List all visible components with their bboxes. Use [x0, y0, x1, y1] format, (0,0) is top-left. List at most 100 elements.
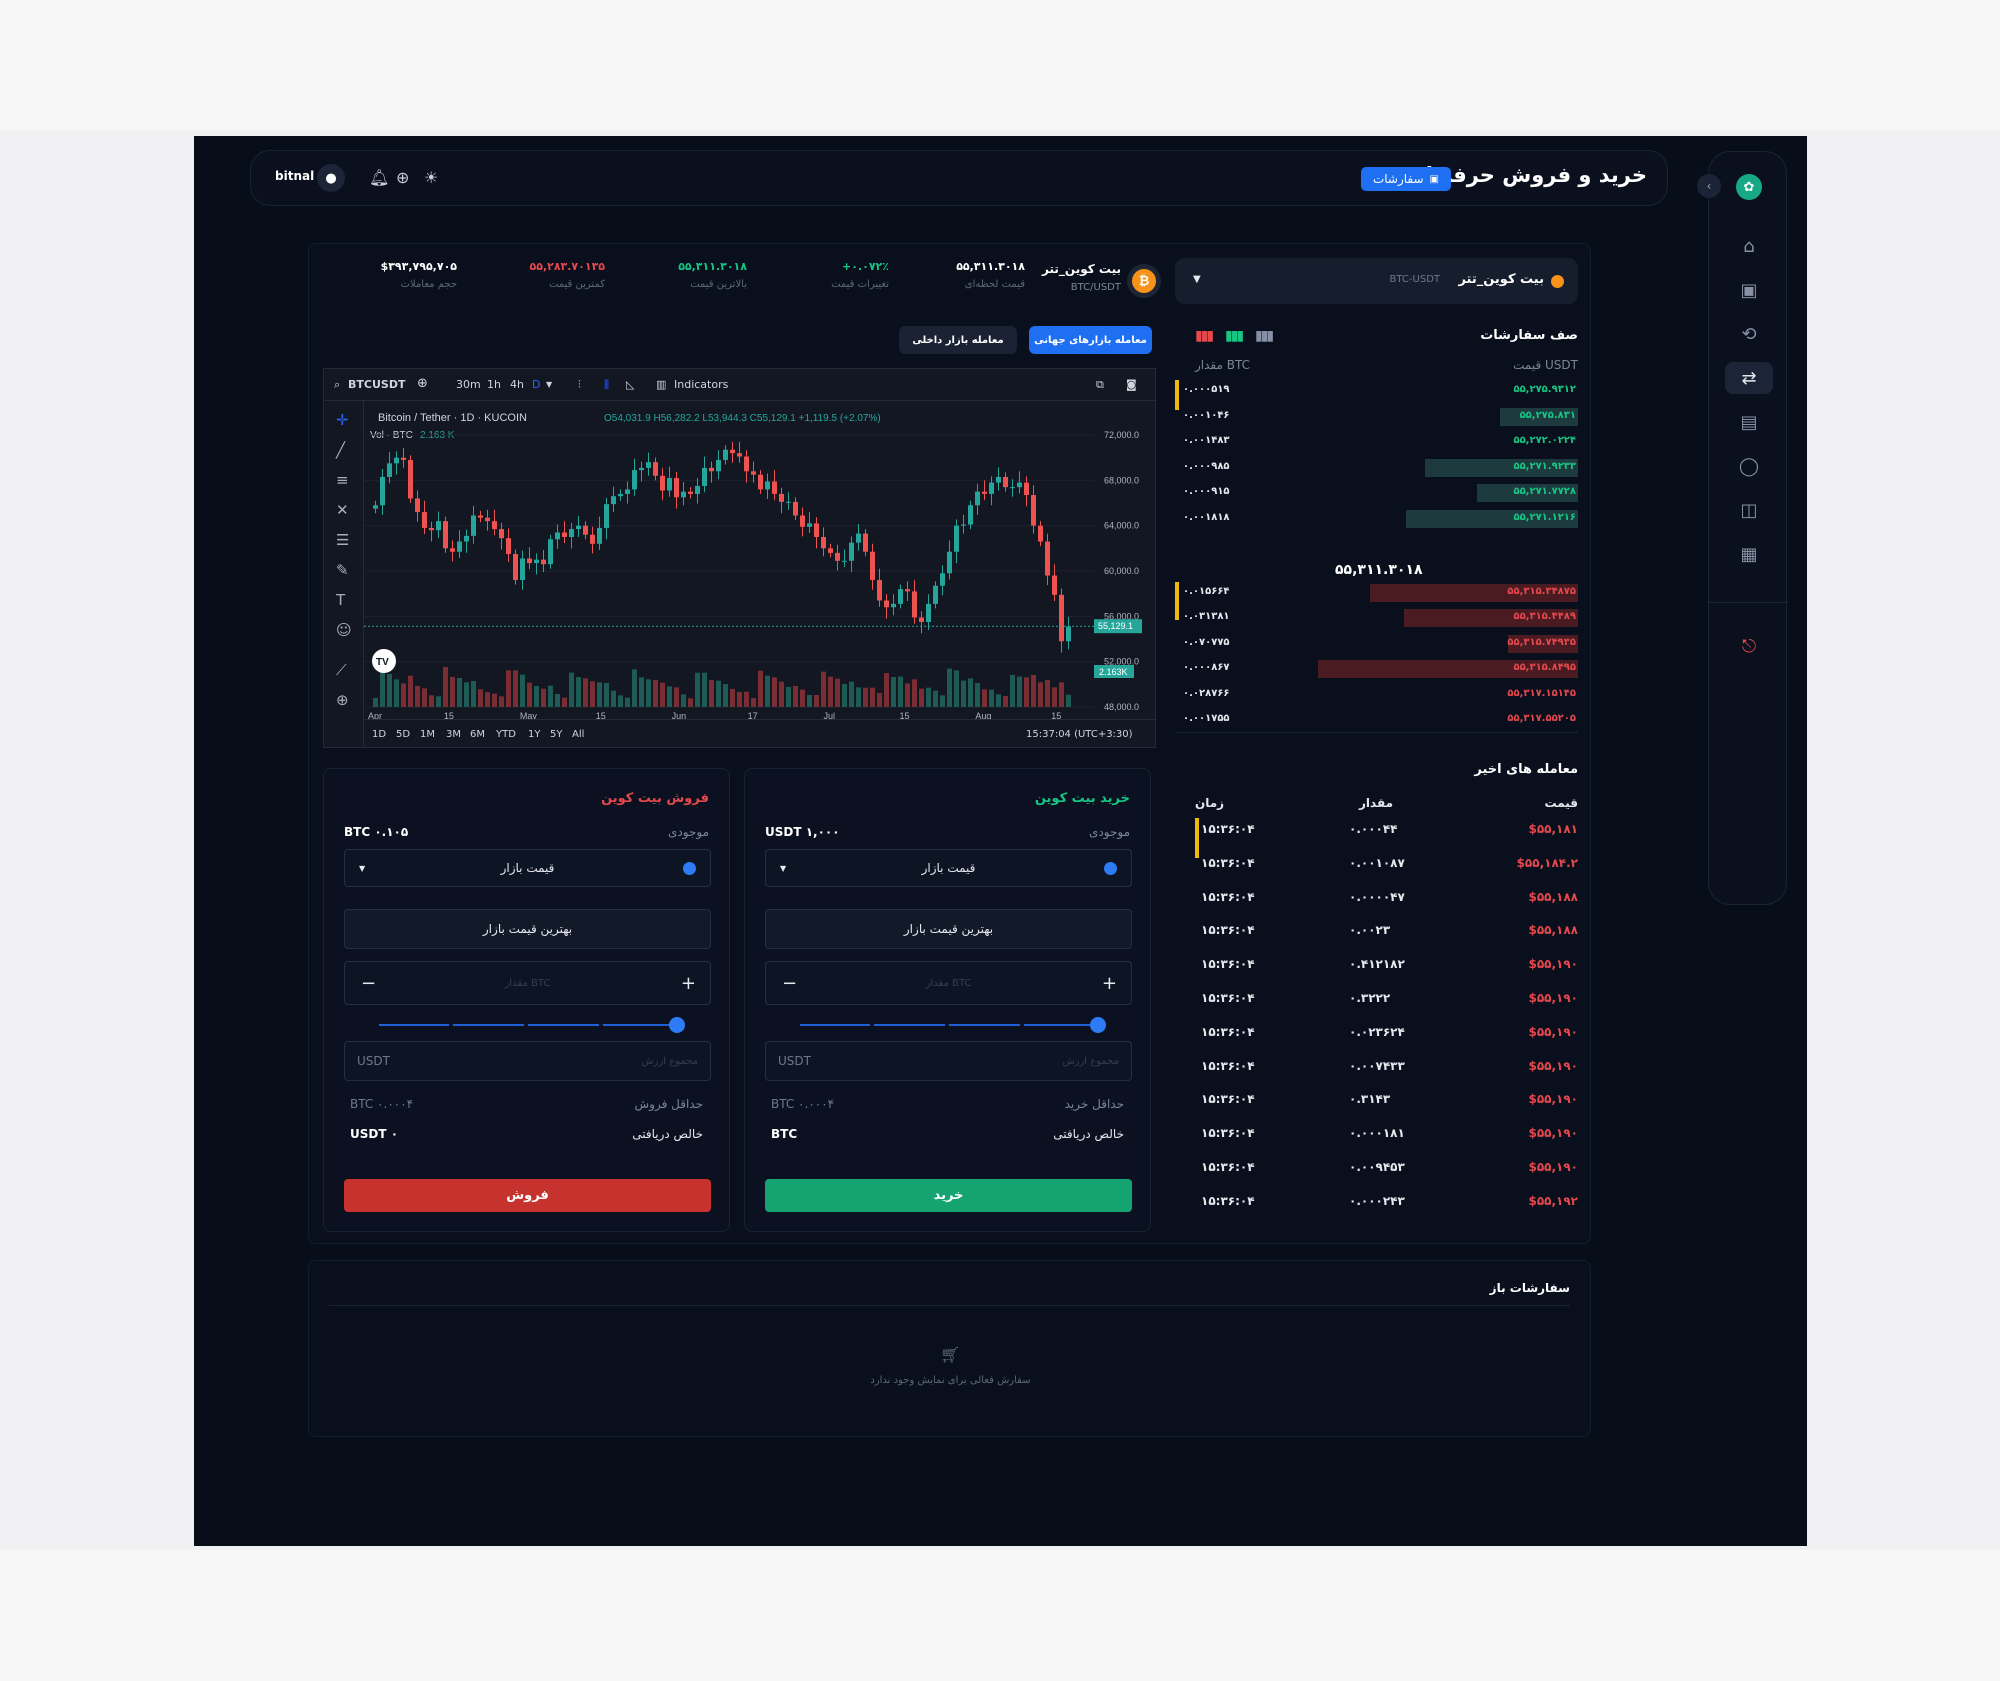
range-ytd[interactable]: YTD [496, 729, 516, 740]
candle [835, 552, 840, 561]
indicators-button[interactable]: Indicators [674, 378, 728, 391]
compare-add-icon[interactable]: ⊕ [417, 376, 428, 391]
exchange-icon[interactable]: ⟲ [1725, 318, 1773, 350]
interval-4h[interactable]: 4h [510, 378, 524, 391]
minus-icon[interactable]: − [361, 973, 376, 994]
bid-amount: ۰.۰۳۱۳۸۱ [1183, 611, 1230, 623]
pattern-icon[interactable]: ✕ [336, 501, 349, 519]
interval-30m[interactable]: 30m [456, 378, 481, 391]
chart-symbol[interactable]: BTCUSDT [348, 378, 405, 391]
bid-row[interactable]: ۵۵,۳۱۵.۷۴۹۳۵ ۰.۰۷۰۷۷۵ [1175, 633, 1578, 653]
range-1d[interactable]: 1D [372, 729, 386, 740]
buy-amount-field[interactable]: مقدار BTC − + [765, 961, 1132, 1005]
candle-style-icon[interactable]: ⫼ [604, 378, 609, 392]
view-both-icon[interactable]: ▮▮▮ [1255, 328, 1274, 344]
minus-icon[interactable]: − [782, 973, 797, 994]
bar-style-icon[interactable]: ⫶ [578, 378, 581, 392]
brush-icon[interactable]: ✎ [336, 561, 349, 579]
user-avatar[interactable]: ● [317, 164, 345, 192]
buy-total-field[interactable]: مجموع ارزش USDT [765, 1041, 1132, 1081]
price-chart[interactable]: ⌕ BTCUSDT ⊕ 30m 1h 4h D ▼ ⫶ ⫼ ◺ ▥ Indica… [323, 368, 1156, 748]
camera-icon[interactable]: ◙ [1126, 378, 1137, 391]
range-5y[interactable]: 5Y [550, 729, 562, 740]
range-6m[interactable]: 6M [470, 729, 485, 740]
sell-slider-handle[interactable] [669, 1017, 685, 1033]
globe-icon[interactable]: ⊕ [396, 168, 409, 187]
search-icon[interactable]: ⌕ [334, 378, 340, 392]
volume-bar [982, 689, 987, 707]
interval-d[interactable]: D [532, 378, 540, 391]
buy-best-price-button[interactable]: بهترین قیمت بازار [765, 909, 1132, 949]
sell-amount-field[interactable]: مقدار BTC − + [344, 961, 711, 1005]
support-icon[interactable]: ◯ [1725, 450, 1773, 482]
ask-row[interactable]: ۵۵,۲۷۲.۰۲۲۴ ۰.۰۰۱۴۸۳ [1175, 431, 1578, 451]
chart-icon[interactable]: ▤ [1725, 406, 1773, 438]
candle [800, 515, 805, 527]
volume-bar [989, 689, 994, 707]
wallet-icon[interactable]: ▣ [1725, 274, 1773, 306]
gift-icon[interactable]: ▦ [1725, 538, 1773, 570]
trendline-icon[interactable]: ╱ [336, 441, 345, 459]
buy-button[interactable]: خرید [765, 1179, 1132, 1212]
logout-icon[interactable]: ⎋ [1725, 630, 1773, 662]
bid-row[interactable]: ۵۵,۳۱۷.۵۵۲۰۵ ۰.۰۰۱۷۵۵ [1175, 709, 1578, 729]
candle [457, 541, 462, 552]
sell-total-placeholder: مجموع ارزش [641, 1055, 698, 1067]
range-all[interactable]: All [572, 729, 584, 740]
pair-selector[interactable]: بیت کوین_تتر BTC-USDT ▼ [1175, 258, 1578, 304]
buy-slider-handle[interactable] [1090, 1017, 1106, 1033]
zoom-icon[interactable]: ⊕ [336, 691, 349, 709]
trade-icon[interactable]: ⇄ [1725, 362, 1773, 394]
plus-icon[interactable]: + [1102, 973, 1117, 994]
chevron-down-icon[interactable]: ▼ [546, 380, 552, 389]
area-style-icon[interactable]: ◺ [626, 378, 634, 391]
range-5d[interactable]: 5D [396, 729, 410, 740]
sell-button[interactable]: فروش [344, 1179, 711, 1212]
emoji-icon[interactable]: ☺ [336, 621, 352, 639]
candle [1052, 575, 1057, 595]
ask-row[interactable]: ۵۵,۲۷۵.۹۳۱۲ ۰.۰۰۰۵۱۹ [1175, 380, 1578, 400]
buy-amount-placeholder: مقدار BTC [925, 977, 972, 989]
sell-total-field[interactable]: مجموع ارزش USDT [344, 1041, 711, 1081]
orders-button[interactable]: سفارشات ▣ [1360, 167, 1451, 191]
tab-local-market[interactable]: معامله بازار داخلی [899, 326, 1017, 354]
bid-row[interactable]: ۵۵,۳۱۵.۳۴۸۷۵ ۰.۰۱۵۶۶۴ [1175, 582, 1578, 602]
prediction-icon[interactable]: ☰ [336, 531, 349, 549]
crosshair-icon[interactable]: ✛ [336, 411, 349, 429]
interval-1h[interactable]: 1h [487, 378, 501, 391]
ask-row[interactable]: ۵۵,۲۷۵.۸۳۱ ۰.۰۰۱۰۴۶ [1175, 406, 1578, 426]
buy-net-value: BTC [771, 1127, 798, 1141]
x-tick-label: 15 [1051, 711, 1061, 719]
ask-row[interactable]: ۵۵,۲۷۱.۱۲۱۶ ۰.۰۰۱۸۱۸ [1175, 508, 1578, 528]
buy-order-type-select[interactable]: قیمت بازار ▼ [765, 849, 1132, 887]
share-icon[interactable]: ⧉ [1096, 378, 1104, 392]
range-1m[interactable]: 1M [420, 729, 435, 740]
home-icon[interactable]: ⌂ [1725, 230, 1773, 262]
tab-global-markets[interactable]: معامله بازارهای جهانی [1029, 326, 1152, 354]
view-bids-icon[interactable]: ▮▮▮ [1225, 328, 1244, 344]
sell-best-price-button[interactable]: بهترین قیمت بازار [344, 909, 711, 949]
shop-icon[interactable]: ◫ [1725, 494, 1773, 526]
view-asks-icon[interactable]: ▮▮▮ [1195, 328, 1214, 344]
buy-net-label: خالص دریافتی [1053, 1127, 1124, 1141]
sell-order-type-select[interactable]: قیمت بازار ▼ [344, 849, 711, 887]
ask-row[interactable]: ۵۵,۲۷۱.۹۲۳۳ ۰.۰۰۰۹۸۵ [1175, 457, 1578, 477]
indicators-icon[interactable]: ▥ [656, 378, 666, 391]
bell-icon[interactable]: 🔔︎ [369, 168, 389, 187]
theme-toggle-icon[interactable]: ☀ [424, 168, 438, 187]
text-icon[interactable]: T [336, 591, 345, 609]
bid-row[interactable]: ۵۵,۳۱۵.۴۴۸۹ ۰.۰۳۱۳۸۱ [1175, 607, 1578, 628]
plus-icon[interactable]: + [681, 973, 696, 994]
range-1y[interactable]: 1Y [528, 729, 540, 740]
bid-row[interactable]: ۵۵,۳۱۷.۱۵۱۴۵ ۰.۰۲۸۷۶۶ [1175, 684, 1578, 704]
volume-bar [877, 693, 882, 707]
range-3m[interactable]: 3M [446, 729, 461, 740]
sidebar-collapse-button[interactable]: ‹ [1697, 174, 1721, 198]
bid-row[interactable]: ۵۵,۳۱۵.۸۴۹۵ ۰.۰۰۰۸۶۷ [1175, 658, 1578, 679]
candle [429, 527, 434, 531]
ask-row[interactable]: ۵۵,۲۷۱.۷۷۲۸ ۰.۰۰۰۹۱۵ [1175, 482, 1578, 503]
fib-icon[interactable]: ≡ [336, 471, 349, 489]
stat-label: بالاترین قیمت [690, 279, 747, 290]
ruler-icon[interactable]: ⟋ [336, 661, 347, 679]
candlestick-plot[interactable]: Bitcoin / Tether · 1D · KUCOIN O54,031.9… [364, 401, 1155, 719]
